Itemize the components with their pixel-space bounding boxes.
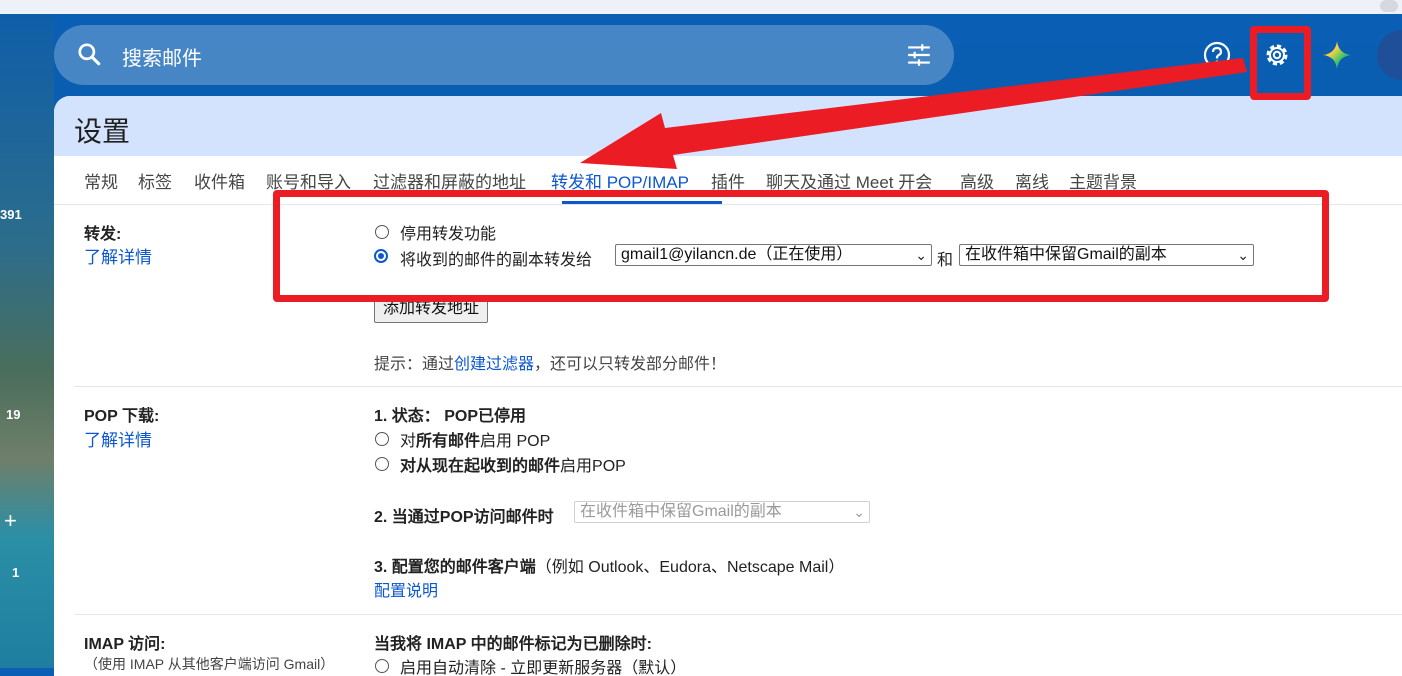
chevron-down-icon: ⌄ [915,247,927,263]
tab-labels[interactable]: 标签 [138,168,172,193]
pop-opt2-suffix: 启用POP [560,458,626,475]
account-avatar[interactable] [1377,30,1402,80]
browser-top-strip [0,0,1402,14]
imap-delete-heading-text: 当我将 IMAP 中的邮件标记为已删除时: [374,636,652,653]
tip-prefix: 提示：通过 [374,356,455,373]
imap-delete-heading: 当我将 IMAP 中的邮件标记为已删除时: [374,630,652,654]
pop-opt1-bold: 所有邮件 [416,433,481,450]
chevron-down-icon: ⌄ [853,504,865,520]
tab-forwarding-pop-imap[interactable]: 转发和 POP/IMAP [551,168,689,193]
tip-suffix: ，还可以只转发部分邮件！ [534,356,727,373]
search-icon[interactable] [76,41,102,67]
tab-addons[interactable]: 插件 [711,168,745,193]
sidebar-count: 1 [12,565,20,580]
pop-opt1-prefix: 对 [400,433,417,450]
gemini-spark-icon[interactable] [1322,40,1352,70]
and-label: 和 [937,252,954,269]
side-background-photo: 391 19 + 1 [0,14,54,668]
pop-step2-text: 2. 当通过POP访问邮件时 [374,509,554,526]
disable-forwarding-radio[interactable] [375,225,389,239]
imap-auto-expunge-radio[interactable] [375,659,389,673]
search-input[interactable]: 搜索邮件 [122,42,202,71]
disable-forwarding-label: 停用转发功能 [400,226,497,243]
forward-action-select[interactable]: 在收件箱中保留Gmail的副本 ⌄ [959,244,1254,266]
settings-header: 设置 [54,96,1402,156]
pop-from-now-radio[interactable] [375,457,389,471]
pop-step2-label: 2. 当通过POP访问邮件时 [374,503,554,527]
imap-sublabel: （使用 IMAP 从其他客户端访问 Gmail） [84,656,335,672]
tab-general[interactable]: 常规 [84,168,118,193]
page-title: 设置 [74,116,131,147]
pop-step3: 3. 配置您的邮件客户端（例如 Outlook、Eudora、Netscape … [374,553,844,577]
forward-address-select[interactable]: gmail1@yilancn.de（正在使用） ⌄ [615,244,932,266]
gear-icon[interactable] [1261,39,1293,71]
pop-all-mail-radio[interactable] [375,432,389,446]
tab-offline[interactable]: 离线 [1015,168,1049,193]
enable-forwarding-label: 将收到的邮件的副本转发给 [400,252,593,269]
sidebar-count: 391 [0,207,22,222]
settings-panel: 设置 常规 标签 收件箱 账号和导入 过滤器和屏蔽的地址 转发和 POP/IMA… [54,96,1402,676]
pop-step3-label: 3. 配置您的邮件客户端 [374,559,536,576]
chevron-down-icon: ⌄ [1237,247,1249,263]
enable-forwarding-radio[interactable] [374,249,388,263]
forwarding-learn-more-link[interactable]: 了解详情 [84,243,152,268]
pop-from-now-label: 对从现在起收到的邮件启用POP [400,452,626,476]
forwarding-label: 转发: [84,226,122,243]
tab-advanced[interactable]: 高级 [960,168,994,193]
settings-tabs: 常规 标签 收件箱 账号和导入 过滤器和屏蔽的地址 转发和 POP/IMAP 插… [74,156,1402,204]
imap-label: IMAP 访问: [84,636,166,653]
pop-status-value: POP已停用 [444,408,527,425]
pop-opt1-suffix: 启用 POP [480,433,551,450]
scrollbar[interactable] [1380,0,1398,12]
section-divider [74,386,1402,387]
sidebar-count: 19 [6,407,21,422]
search-options-icon[interactable] [906,43,932,67]
tab-themes[interactable]: 主题背景 [1069,168,1137,193]
tabs-divider [54,204,1402,205]
create-filter-link[interactable]: 创建过滤器 [454,356,534,373]
sidebar-plus-icon[interactable]: + [4,508,17,534]
pop-learn-more-link[interactable]: 了解详情 [84,426,152,451]
tab-filters-blocked[interactable]: 过滤器和屏蔽的地址 [373,168,526,193]
forwarding-tip: 提示：通过创建过滤器，还可以只转发部分邮件！ [374,350,726,374]
pop-opt2-bold: 对从现在起收到的邮件 [400,458,561,475]
imap-auto-expunge-label: 启用自动清除 - 立即更新服务器（默认） [400,660,687,676]
tab-accounts-import[interactable]: 账号和导入 [266,168,351,193]
config-instructions-link[interactable]: 配置说明 [374,577,438,601]
search-bar[interactable]: 搜索邮件 [54,25,954,85]
forward-address-value: gmail1@yilancn.de（正在使用） [621,246,853,263]
pop-label: POP 下载: [84,408,160,425]
pop-access-value: 在收件箱中保留Gmail的副本 [580,503,782,520]
help-icon[interactable] [1202,40,1232,70]
pop-all-mail-label: 对所有邮件启用 POP [400,427,550,451]
section-divider [74,614,1402,615]
pop-step3-suffix: （例如 Outlook、Eudora、Netscape Mail） [535,559,845,576]
pop-status-label: 1. 状态： [374,408,440,425]
tab-chat-meet[interactable]: 聊天及通过 Meet 开会 [766,168,932,193]
add-forwarding-address-button[interactable]: 添加转发地址 [374,297,489,323]
tab-inbox[interactable]: 收件箱 [194,168,245,193]
forward-action-value: 在收件箱中保留Gmail的副本 [965,246,1167,263]
pop-access-select[interactable]: 在收件箱中保留Gmail的副本 ⌄ [574,501,870,523]
pop-status: 1. 状态： POP已停用 [374,402,526,426]
